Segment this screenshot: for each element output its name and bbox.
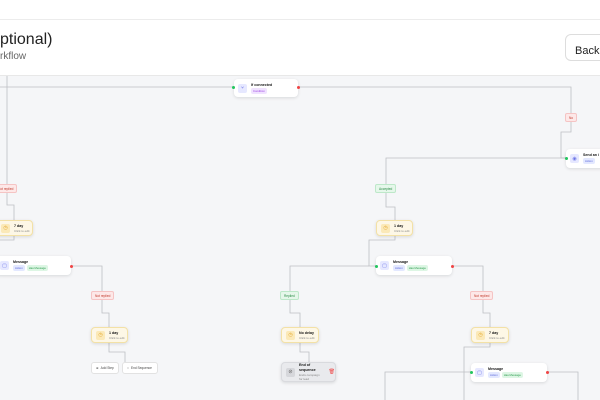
node-chip: Action [13,265,25,271]
node-title: If connected [251,82,273,87]
branch-label-no: No [565,113,578,122]
clock-icon: ◷ [476,330,485,340]
edge [289,265,369,362]
wait-node[interactable]: ◷ 7 day Click to edit [0,220,33,236]
node-chip: Action [488,372,500,378]
node-subtitle: Click to edit [489,335,505,340]
top-bar [0,0,600,20]
page-title: ptional) [0,31,53,48]
send-invite-node[interactable]: ◉ Send an i Action [566,149,600,168]
output-port[interactable] [451,265,454,268]
edge [71,265,126,362]
stop-icon: ⊘ [286,367,295,377]
output-port[interactable] [297,86,300,89]
trash-icon[interactable]: 🗑 [329,369,335,375]
message-node[interactable]: ▢ Message Action Has Message [471,363,547,382]
input-port[interactable] [470,371,473,374]
wait-node[interactable]: ◷ No delay Click to edit [281,327,319,343]
workflow-canvas[interactable]: ⑂ If connected Condition No ◉ Send an i Ac… [0,76,600,400]
if-connected-node[interactable]: ⑂ If connected Condition [234,79,298,97]
clock-icon: ◷ [381,223,390,233]
stop-icon: ○ [127,366,129,370]
connector-lines [0,76,579,400]
clock-icon: ◷ [1,223,10,233]
node-title: End of sequence [299,363,316,372]
message-icon: ▢ [475,368,484,377]
input-port[interactable] [565,157,568,160]
input-port[interactable] [375,265,378,268]
clock-icon: ◷ [96,330,105,340]
node-subtitle: Ends campaign for lead [299,373,320,381]
page-header: ptional) rkflow Back [0,20,600,76]
plus-icon: ⊕ [96,366,99,370]
branch-label-replied: Replied [280,291,299,300]
branch-label-accepted: Accepted [375,184,397,193]
message-icon: ▢ [0,261,9,270]
output-port[interactable] [546,371,549,374]
branch-label-not-replied: Not replied [470,291,494,300]
node-chip: Has Message [26,265,48,271]
node-title: No delay [299,330,314,335]
end-sequence-label: End Sequence [130,366,152,370]
node-subtitle: Click to edit [109,335,125,340]
node-chip: Condition [251,87,267,94]
node-subtitle: Click to edit [299,335,315,340]
add-step-label: Add Step [100,366,114,370]
message-icon: ▢ [380,261,389,270]
wait-node[interactable]: ◷ 1 day Click to edit [376,220,413,236]
message-node[interactable]: ▢ Message Action Has Message [0,256,71,275]
node-subtitle: Click to edit [394,228,410,233]
page-subtitle: rkflow [0,51,27,62]
input-port[interactable] [232,86,235,89]
end-of-sequence-node[interactable]: ⊘ End of sequence Ends campaign for lead … [281,362,336,382]
edge [547,371,579,400]
branch-label-not-replied: Not replied [91,291,115,300]
branch-label-not-replied: Not replied [0,184,18,193]
node-chip: Action [583,158,595,164]
node-chip: Has Message [406,265,428,271]
wait-node[interactable]: ◷ 7 day Click to edit [471,327,509,343]
back-button[interactable]: Back [565,34,600,61]
end-sequence-button[interactable]: ○ End Sequence [122,362,158,374]
clock-icon: ◷ [286,330,295,340]
wait-node[interactable]: ◷ 1 day Click to edit [91,327,128,343]
output-port[interactable] [70,265,73,268]
add-step-button[interactable]: ⊕ Add Step [91,362,119,374]
node-subtitle: Click to edit [14,228,30,233]
message-node[interactable]: ▢ Message Action Has Message [376,256,452,275]
edge [368,157,566,267]
send-icon: ◉ [570,154,579,163]
edge [0,76,15,241]
branch-icon: ⑂ [238,83,247,93]
node-chip: Has Message [501,372,523,378]
node-chip: Action [393,265,405,271]
